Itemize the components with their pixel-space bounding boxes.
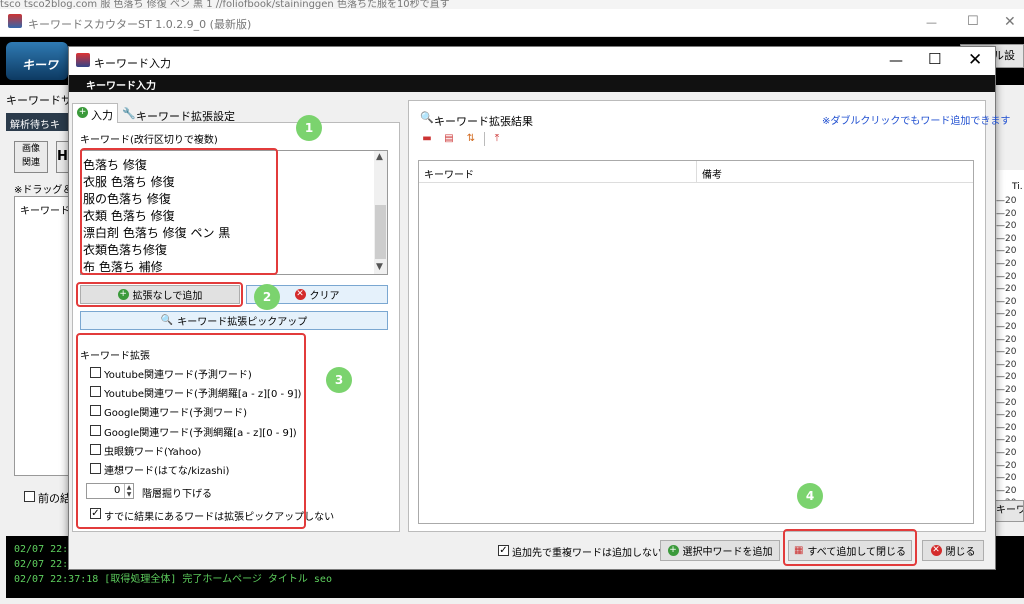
background-row-value: —20: [996, 422, 1017, 433]
background-strip: tsco tsco2blog.com 服 色落ち 修復 ペン 黒 1 //fol…: [0, 0, 1024, 9]
background-row-value: —20: [996, 322, 1017, 332]
background-row-value: —20: [996, 246, 1017, 257]
keywords-scroll-thumb[interactable]: [375, 205, 386, 259]
annotation-box-1: [80, 148, 278, 275]
background-keyword-list[interactable]: [14, 196, 70, 476]
expansion-result-title: キーワード拡張結果: [434, 115, 533, 128]
annotation-number-2: 2: [254, 284, 280, 310]
dialog-titlebar: [69, 47, 995, 75]
queue-header: 解析待ちキ: [6, 113, 70, 131]
clear-label: クリア: [309, 291, 340, 302]
dialog-app-icon: [76, 53, 90, 67]
dialog-maximize-button[interactable]: ☐: [928, 50, 941, 68]
log-line: 02/07 22:37:18 [取得処理全体] 完了ホームページ タイトル se…: [14, 574, 332, 585]
background-row-value: —20: [996, 435, 1017, 446]
chevron-down-icon[interactable]: ▼: [376, 262, 383, 272]
background-row-value: —20: [996, 259, 1017, 269]
search-icon: 🔍: [160, 315, 174, 326]
column-divider[interactable]: [696, 161, 697, 183]
double-click-note: ※ダブルクリックでもワード追加できます: [822, 116, 1011, 127]
plus-circle-icon: +: [77, 107, 88, 118]
column-keyword[interactable]: キーワード: [424, 166, 474, 181]
annotation-number-4: 4: [797, 483, 823, 509]
app-icon: [8, 14, 22, 28]
background-row-value: —20: [996, 309, 1017, 320]
background-row-value: —20: [996, 372, 1017, 383]
background-window-title: キーワードスカウターST 1.0.2.9_0 (最新版): [28, 18, 252, 31]
annotation-box-2: [76, 282, 243, 307]
close-circle-icon: ✕: [930, 545, 942, 556]
background-row-value: —20: [996, 208, 1017, 219]
background-maximize-button[interactable]: ☐: [967, 14, 979, 29]
background-menu-tab[interactable]: キーワードサー: [0, 85, 70, 109]
delete-row-icon[interactable]: ▬: [420, 132, 434, 146]
background-row-value: —20: [996, 221, 1017, 232]
background-keyword-header: キーワード: [20, 206, 70, 217]
annotation-number-1: 1: [296, 115, 322, 141]
sort-icon[interactable]: ⇅: [464, 132, 478, 146]
dialog-banner-text: キーワード入力: [86, 81, 156, 92]
background-row-value: —20: [996, 485, 1017, 496]
background-row-value: —20: [996, 473, 1017, 484]
toolbar-separator: [484, 132, 485, 146]
background-row-value: —20: [996, 284, 1017, 295]
background-row-value: —20: [996, 233, 1017, 244]
keyword-expansion-pickup-button[interactable]: 🔍 キーワード拡張ピックアップ: [80, 311, 388, 330]
previous-result-checkbox[interactable]: [24, 491, 35, 502]
background-row-value: —20: [996, 397, 1017, 408]
background-row-value: —20: [996, 460, 1017, 471]
no-duplicates-label: 追加先で重複ワードは追加しない: [512, 548, 662, 559]
annotation-box-4: [783, 529, 917, 566]
dialog-minimize-button[interactable]: —: [889, 53, 903, 69]
background-row-value: —20: [996, 334, 1017, 345]
close-button[interactable]: ✕ 閉じる: [922, 540, 984, 561]
background-row-value: —20: [996, 271, 1017, 282]
keyword-expansion-pickup-label: キーワード拡張ピックアップ: [177, 317, 308, 328]
annotation-number-3: 3: [326, 367, 352, 393]
previous-result-label: 前の結: [38, 492, 71, 505]
app-logo-text: キーワ: [22, 58, 59, 72]
background-column-ti: Ti.: [1012, 182, 1023, 192]
add-selected-button[interactable]: + 選択中ワードを追加: [660, 540, 780, 561]
background-minimize-button[interactable]: —: [926, 16, 937, 29]
background-row-value: —20: [996, 196, 1017, 206]
delete-all-icon[interactable]: ▤: [442, 132, 456, 146]
dialog-title: キーワード入力: [94, 57, 171, 70]
search-icon: 🔍: [420, 111, 434, 124]
background-row-value: —20: [996, 359, 1017, 370]
no-duplicates-checkbox[interactable]: ✓: [498, 545, 509, 556]
plus-circle-icon: +: [667, 545, 679, 556]
drag-note: ※ドラッグ＆ド: [14, 185, 70, 196]
dialog-close-button[interactable]: ✕: [968, 50, 982, 70]
column-note[interactable]: 備考: [702, 166, 722, 181]
background-row-value: —20: [996, 410, 1017, 421]
csv-export-icon[interactable]: ⤒: [490, 132, 504, 146]
background-row-value: —20: [996, 448, 1017, 458]
wrench-icon: 🔧: [122, 107, 136, 120]
keywords-label: キーワード(改行区切りで複数): [80, 135, 218, 146]
background-close-button[interactable]: ✕: [1004, 14, 1016, 30]
add-selected-label: 選択中ワードを追加: [682, 547, 773, 558]
tab-keyword-expansion-settings[interactable]: キーワード拡張設定: [136, 108, 235, 124]
background-row-value: —20: [996, 347, 1017, 358]
background-keyword-button[interactable]: キーワ: [992, 500, 1024, 522]
background-row-value: —20: [996, 296, 1017, 307]
clear-circle-icon: ✕: [294, 289, 306, 300]
annotation-box-3: [76, 333, 306, 529]
tab-input-label: 入力: [91, 109, 113, 122]
image-related-button[interactable]: 画像 関連: [14, 141, 48, 173]
result-table[interactable]: [418, 160, 974, 524]
background-row-value: —20: [996, 385, 1017, 395]
dialog-banner: [69, 75, 995, 92]
close-label: 閉じる: [945, 547, 976, 558]
chevron-up-icon[interactable]: ▲: [376, 152, 383, 162]
